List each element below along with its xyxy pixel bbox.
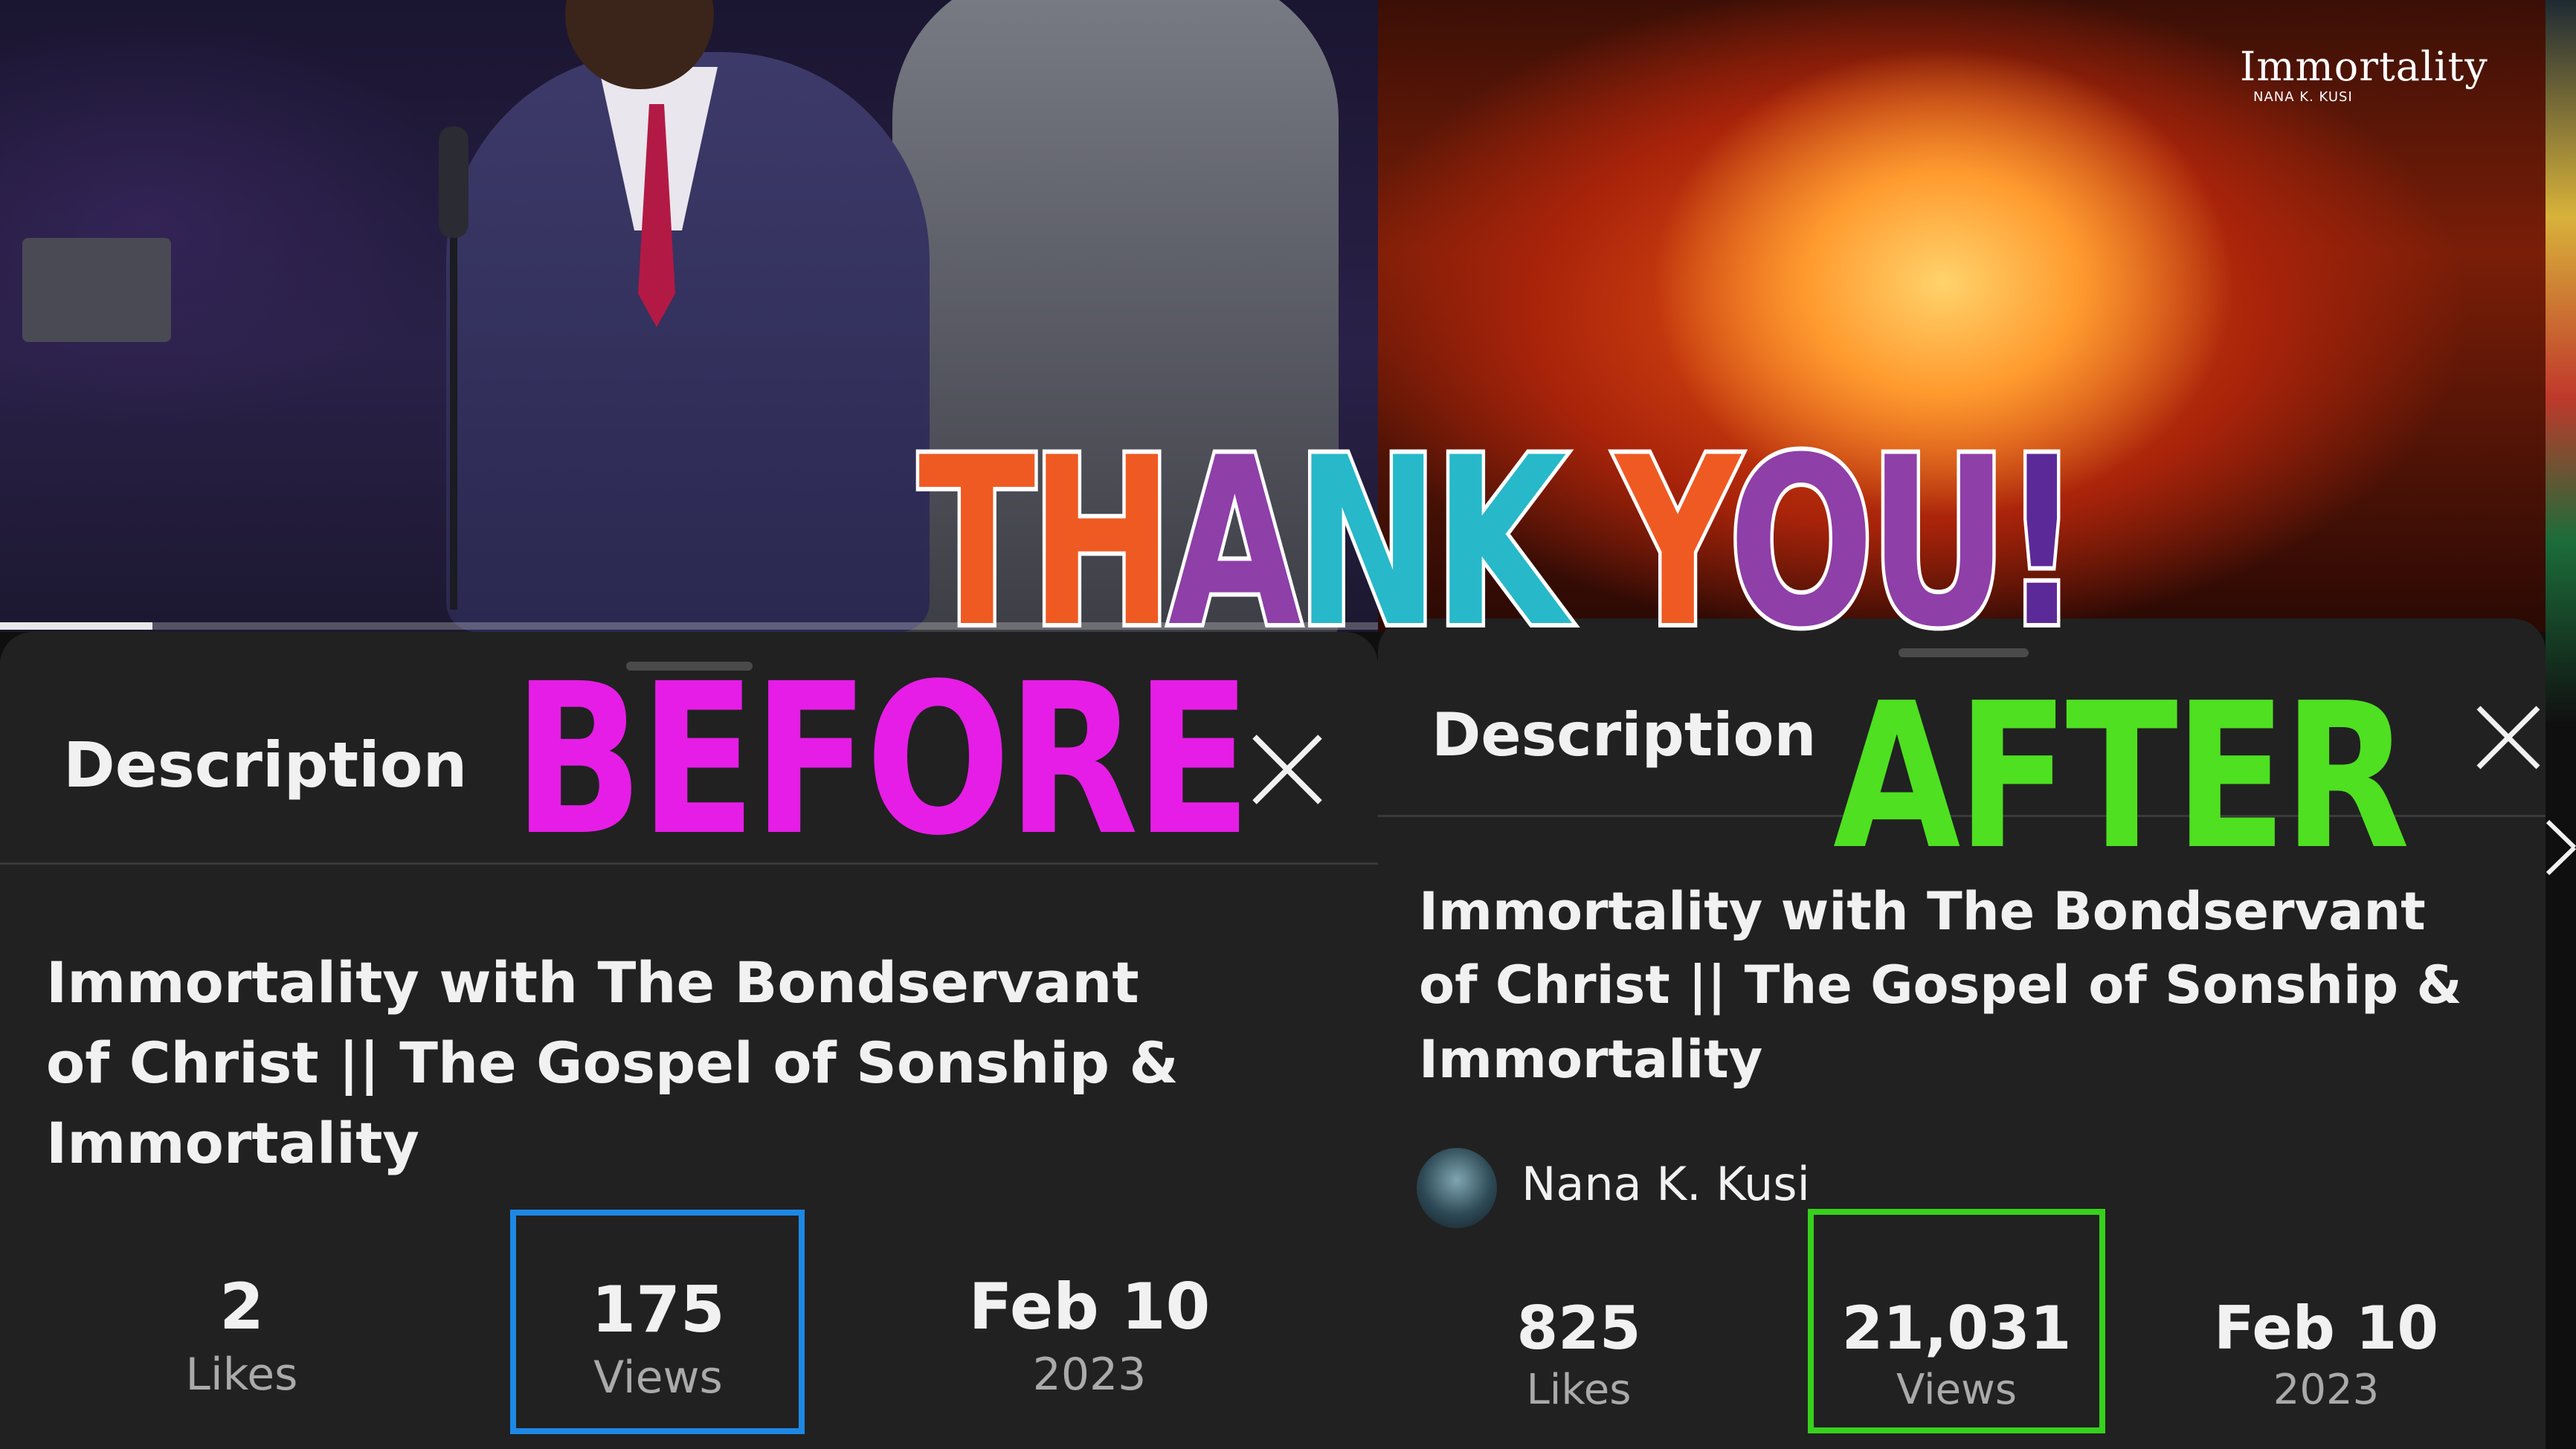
- views-label: Views: [1896, 1366, 2018, 1414]
- close-button[interactable]: [2471, 700, 2546, 775]
- thank-you-part: OU: [1725, 403, 2012, 682]
- publish-year: 2023: [1032, 1349, 1147, 1401]
- video-title-line: of Christ || The Gospel of Sonship &: [46, 1029, 1179, 1096]
- likes-count: 825: [1516, 1294, 1641, 1363]
- date-stat: Feb 10 2023: [2203, 1294, 2449, 1414]
- video-watermark-subtitle: NANA K. KUSI: [2253, 89, 2353, 105]
- close-icon: [1252, 735, 1322, 804]
- mic-stand: [450, 223, 457, 610]
- next-video-thumbnail-edge[interactable]: [2546, 0, 2576, 721]
- video-title-line: of Christ || The Gospel of Sonship &: [1419, 955, 2462, 1016]
- video-watermark-title: Immortality: [2240, 43, 2488, 90]
- date-stat: Feb 10 2023: [959, 1270, 1220, 1401]
- close-button[interactable]: [1246, 729, 1328, 810]
- panel-heading: Description: [63, 729, 468, 801]
- views-count: 21,031: [1841, 1294, 2072, 1363]
- publish-year: 2023: [2273, 1366, 2380, 1414]
- thank-you-part: !: [2000, 403, 2084, 682]
- microphone: [439, 126, 468, 238]
- likes-stat: 825 Likes: [1467, 1294, 1690, 1414]
- thank-you-part: TH: [915, 403, 1177, 682]
- video-title: Immortality with The Bondservant of Chri…: [46, 943, 1179, 1184]
- video-title: Immortality with The Bondservant of Chri…: [1419, 875, 2462, 1097]
- views-count: 175: [591, 1273, 725, 1347]
- views-stat: 175 Views: [521, 1273, 796, 1404]
- chevron-icon[interactable]: [2542, 814, 2576, 881]
- close-icon: [2476, 706, 2540, 769]
- thank-you-part: Y: [1612, 403, 1737, 682]
- thank-you-banner: THANK YOU!: [915, 403, 2084, 682]
- likes-count: 2: [219, 1270, 264, 1344]
- channel-name[interactable]: Nana K. Kusi: [1522, 1157, 1810, 1211]
- likes-label: Likes: [1526, 1366, 1632, 1414]
- views-label: Views: [593, 1352, 723, 1404]
- thank-you-part: NK: [1292, 403, 1616, 682]
- thank-you-part: A: [1165, 403, 1304, 682]
- likes-label: Likes: [185, 1349, 298, 1401]
- channel-avatar[interactable]: [1417, 1148, 1497, 1228]
- publish-date: Feb 10: [2213, 1294, 2439, 1363]
- video-title-line: Immortality: [1419, 1028, 1763, 1090]
- video-title-line: Immortality: [46, 1109, 419, 1176]
- video-title-line: Immortality with The Bondservant: [46, 949, 1139, 1016]
- laptop: [22, 238, 171, 342]
- likes-stat: 2 Likes: [149, 1270, 335, 1401]
- publish-date: Feb 10: [968, 1270, 1211, 1344]
- after-label: AFTER: [1833, 659, 2410, 894]
- panel-heading: Description: [1432, 700, 1817, 769]
- video-progress-fill: [0, 622, 152, 630]
- views-stat: 21,031 Views: [1815, 1294, 2098, 1414]
